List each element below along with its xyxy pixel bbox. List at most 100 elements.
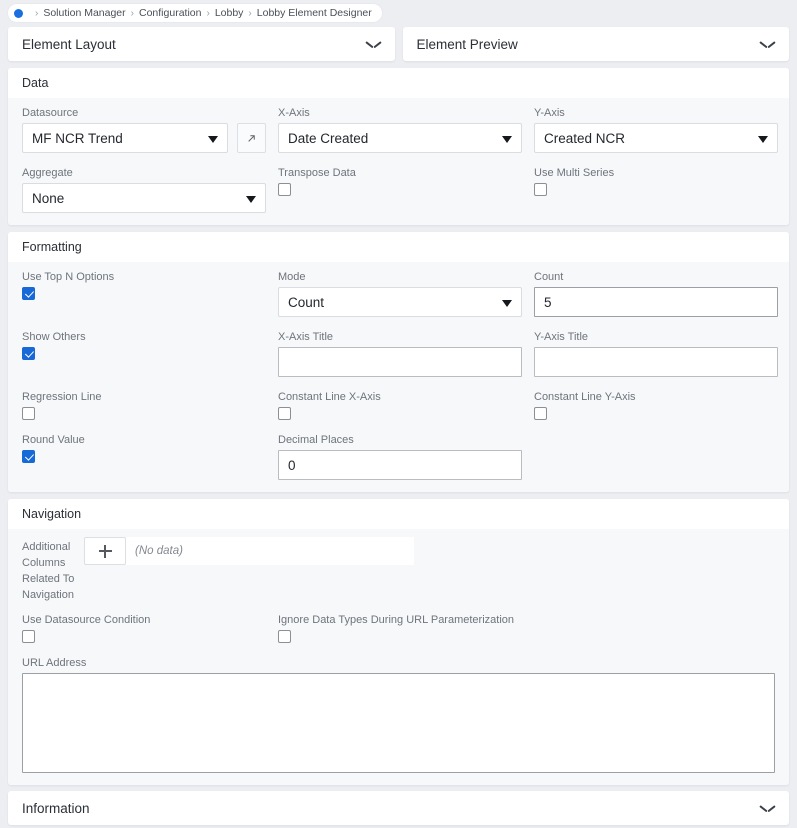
field-datasource-label: Datasource [22,106,266,120]
page-root: › Solution Manager › Configuration › Lob… [0,0,797,828]
mode-value: Count [288,295,324,310]
external-link-icon [245,132,258,145]
breadcrumb-item-lobby-element-designer[interactable]: Lobby Element Designer [257,7,372,19]
field-constant-line-y-axis-label: Constant Line Y-Axis [534,390,763,404]
field-use-datasource-condition-label: Use Datasource Condition [22,613,266,627]
field-constant-line-x-axis: Constant Line X-Axis [278,390,534,420]
x-axis-select[interactable]: Date Created [278,123,522,153]
field-show-others: Show Others [22,330,278,377]
use-datasource-condition-checkbox[interactable] [22,630,35,643]
breadcrumb-separator: › [35,8,38,19]
open-datasource-button[interactable] [237,123,266,153]
field-round-value-label: Round Value [22,433,266,447]
url-address-textarea[interactable] [22,673,775,773]
chevron-down-icon[interactable] [760,40,775,49]
breadcrumb-item-lobby[interactable]: Lobby [215,7,244,19]
use-multi-series-checkbox[interactable] [534,183,547,196]
use-top-n-options-checkbox[interactable] [22,287,35,300]
breadcrumb-item-configuration[interactable]: Configuration [139,7,201,19]
panel-element-layout[interactable]: Element Layout [8,27,395,61]
field-use-top-n-options: Use Top N Options [22,270,278,317]
x-axis-title-input[interactable] [278,347,522,377]
decimal-places-value: 0 [288,458,296,473]
field-url-address-label: URL Address [22,656,775,670]
data-row-1: Datasource MF NCR Trend [22,106,775,153]
regression-line-checkbox[interactable] [22,407,35,420]
add-column-button[interactable] [84,537,126,565]
breadcrumb-pill: › Solution Manager › Configuration › Lob… [8,4,382,22]
field-ignore-data-types-label: Ignore Data Types During URL Parameteriz… [278,613,763,627]
field-mode-label: Mode [278,270,522,284]
breadcrumb-separator: › [131,8,134,19]
field-x-axis: X-Axis Date Created [278,106,534,153]
field-use-multi-series-label: Use Multi Series [534,166,763,180]
aggregate-value: None [32,191,64,206]
field-constant-line-x-axis-label: Constant Line X-Axis [278,390,522,404]
breadcrumb: › Solution Manager › Configuration › Lob… [8,0,789,22]
aggregate-select[interactable]: None [22,183,266,213]
section-navigation-title: Navigation [22,507,81,521]
show-others-checkbox[interactable] [22,347,35,360]
section-data-title: Data [22,76,48,90]
chevron-down-icon[interactable] [366,40,381,49]
field-datasource: Datasource MF NCR Trend [22,106,278,153]
mode-select[interactable]: Count [278,287,522,317]
field-aggregate: Aggregate None [22,166,278,213]
ignore-data-types-checkbox[interactable] [278,630,291,643]
field-use-multi-series: Use Multi Series [534,166,775,213]
additional-columns-empty-text: (No data) [126,537,414,565]
field-regression-line-label: Regression Line [22,390,266,404]
field-y-axis-title: Y-Axis Title [534,330,789,377]
field-y-axis-label: Y-Axis [534,106,778,120]
round-value-checkbox[interactable] [22,450,35,463]
formatting-row-2: Show Others X-Axis Title Y-Axis Title [22,330,775,377]
decimal-places-input[interactable]: 0 [278,450,522,480]
field-show-others-label: Show Others [22,330,266,344]
count-value: 5 [544,295,552,310]
panel-information[interactable]: Information [8,791,789,825]
field-url-address: URL Address [22,656,775,773]
section-formatting-header: Formatting [8,232,789,262]
additional-columns-row: Additional Columns Related To Navigation… [22,537,775,603]
y-axis-select[interactable]: Created NCR [534,123,778,153]
constant-line-x-axis-checkbox[interactable] [278,407,291,420]
field-y-axis: Y-Axis Created NCR [534,106,789,153]
chevron-down-icon[interactable] [760,804,775,813]
field-transpose-data-label: Transpose Data [278,166,522,180]
panel-element-preview[interactable]: Element Preview [403,27,790,61]
chevron-down-icon [758,136,768,143]
panel-element-layout-title: Element Layout [22,37,116,52]
datasource-value: MF NCR Trend [32,131,123,146]
constant-line-y-axis-checkbox[interactable] [534,407,547,420]
section-navigation-header: Navigation [8,499,789,529]
y-axis-value: Created NCR [544,131,625,146]
chevron-down-icon [502,136,512,143]
additional-columns-label: Additional Columns Related To Navigation [22,537,84,603]
field-constant-line-y-axis: Constant Line Y-Axis [534,390,775,420]
breadcrumb-separator: › [248,8,251,19]
home-dot-icon[interactable] [14,9,23,18]
panel-element-preview-title: Element Preview [417,37,518,52]
data-row-2: Aggregate None Transpose Data Use Multi … [22,166,775,213]
navigation-row-2: Use Datasource Condition Ignore Data Typ… [22,613,775,643]
field-regression-line: Regression Line [22,390,278,420]
section-formatting-title: Formatting [22,240,82,254]
chevron-down-icon [246,196,256,203]
field-ignore-data-types: Ignore Data Types During URL Parameteriz… [278,613,775,643]
datasource-select[interactable]: MF NCR Trend [22,123,228,153]
breadcrumb-item-solution-manager[interactable]: Solution Manager [43,7,125,19]
field-y-axis-title-label: Y-Axis Title [534,330,778,344]
field-use-top-n-options-label: Use Top N Options [22,270,266,284]
y-axis-title-input[interactable] [534,347,778,377]
count-input[interactable]: 5 [534,287,778,317]
section-formatting-body: Use Top N Options Mode Count Count 5 [8,262,789,492]
field-x-axis-title: X-Axis Title [278,330,534,377]
transpose-data-checkbox[interactable] [278,183,291,196]
panel-information-title: Information [22,801,90,816]
section-formatting: Formatting Use Top N Options Mode Count … [8,232,789,492]
field-aggregate-label: Aggregate [22,166,266,180]
breadcrumb-separator: › [206,8,209,19]
field-x-axis-label: X-Axis [278,106,522,120]
field-round-value: Round Value [22,433,278,480]
field-use-datasource-condition: Use Datasource Condition [22,613,278,643]
